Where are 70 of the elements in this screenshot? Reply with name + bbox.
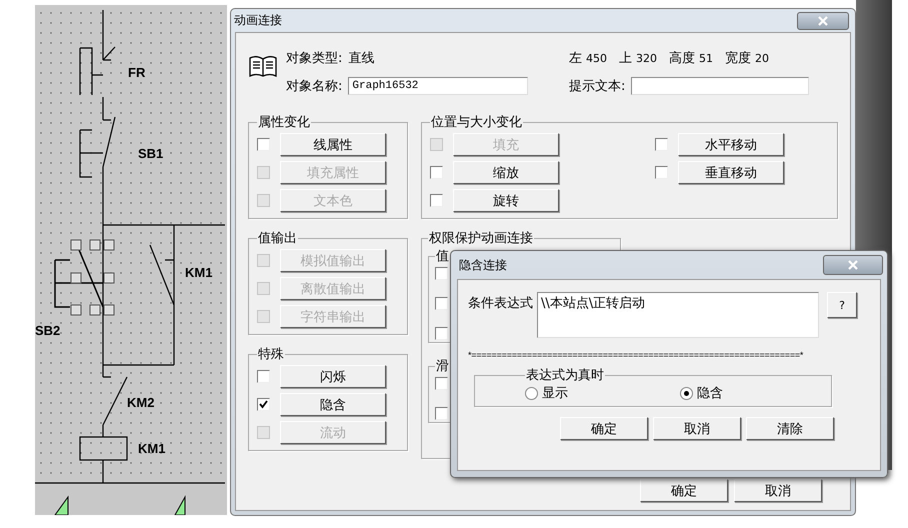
component-label: SB2 [35,323,60,338]
close-icon [847,260,859,270]
dialog-button[interactable]: 确定 [560,417,648,440]
geometry-label: 上 [619,50,632,67]
geometry-value: 450 [586,52,607,64]
condition-field[interactable]: \\本站点\正转启动 [537,292,819,338]
checkbox[interactable] [435,297,448,310]
triangle-shape [54,495,68,515]
dialog-button[interactable]: 确定 [640,479,728,502]
dialog-button[interactable]: 清除 [746,417,834,440]
group-title: 特殊 [257,346,285,363]
option-button[interactable]: 旋转 [453,189,559,212]
option-button[interactable]: 水平移动 [678,133,784,156]
book-icon [248,55,278,79]
option-button[interactable]: 隐含 [280,393,386,416]
field-label: 条件表达式 [468,295,533,312]
checkbox[interactable] [435,267,448,280]
radio-button[interactable] [525,386,538,400]
component-label: KM2 [127,395,154,410]
group-title: 滑 [435,358,450,375]
group-title: 表达式为真时 [525,367,605,384]
group-title: 值 [435,248,450,265]
close-icon [817,16,829,26]
geometry-value: 51 [699,52,713,64]
option-button[interactable]: 缩放 [453,161,559,184]
radio-option[interactable]: 显示 [525,384,568,402]
component-label: SB1 [138,146,164,161]
geometry-label: 高度 [669,50,695,67]
checkbox[interactable] [257,138,270,151]
group-title: 属性变化 [257,114,311,131]
group-title: 权限保护动画连接 [428,230,534,247]
checkbox[interactable] [435,327,448,340]
window-title: 动画连接 [234,12,282,29]
radio-option[interactable]: 隐含 [680,384,723,402]
checkbox[interactable] [257,398,270,411]
close-button[interactable] [823,255,883,275]
geometry-value: 20 [755,52,769,64]
field-label: 对象名称: [286,78,342,95]
separator-text: *=================================================================* [468,350,804,360]
field-label: 对象类型: [286,50,342,67]
checkbox[interactable] [435,377,448,390]
option-button[interactable]: 垂直移动 [678,161,784,184]
close-button[interactable] [797,12,849,30]
checkbox[interactable] [655,138,668,151]
field-label: 提示文本: [569,78,626,95]
checkbox[interactable] [257,370,270,383]
window-title: 隐含连接 [459,256,507,274]
component-label: FR [128,65,146,80]
group-title: 位置与大小变化 [430,114,523,131]
checkbox[interactable] [430,194,443,207]
geometry-label: 宽度 [725,50,751,67]
group-title: 值输出 [257,230,298,247]
selection-handles[interactable] [70,240,114,316]
geometry-value: 320 [636,52,657,64]
option-button[interactable]: 闪烁 [280,365,386,388]
checkbox[interactable] [655,166,668,179]
help-button[interactable]: ? [827,292,857,318]
dialog-button[interactable]: 取消 [653,417,741,440]
object-type-value: 直线 [348,50,374,67]
option-button[interactable]: 线属性 [280,133,386,156]
hint-text-field[interactable] [631,77,810,95]
checkbox[interactable] [430,166,443,179]
radio-button[interactable] [680,386,693,400]
component-label: KM1 [185,265,212,280]
object-name-field[interactable]: Graph16532 [348,77,528,95]
geometry-label: 左 [569,50,582,67]
triangle-shape [174,495,186,515]
dialog-button[interactable]: 取消 [734,479,822,502]
component-label: KM1 [138,441,166,456]
checkbox[interactable] [435,407,448,420]
